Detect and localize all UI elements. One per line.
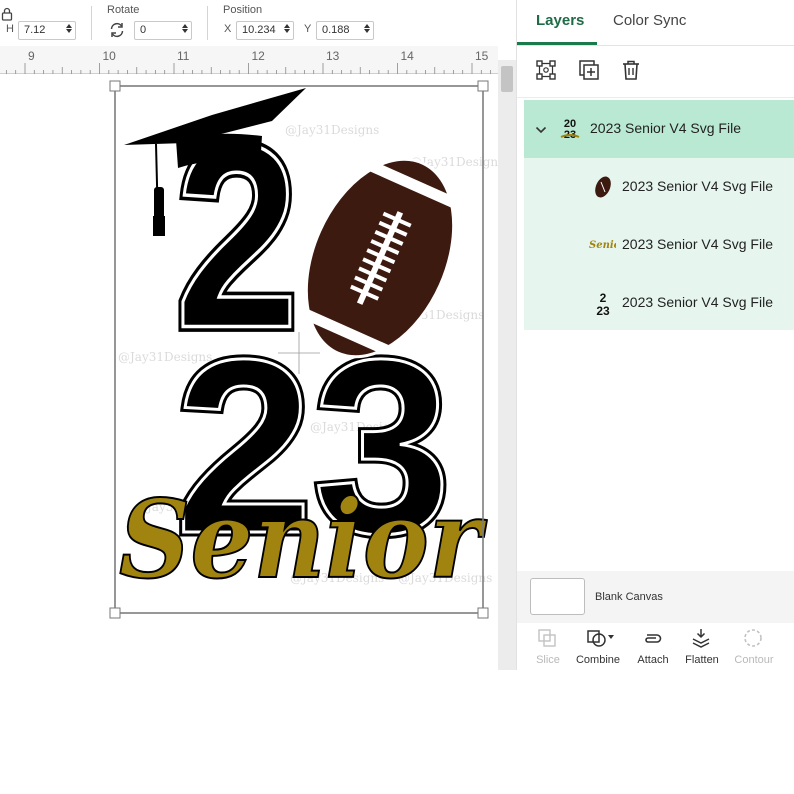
rotate-field[interactable]: 0: [134, 21, 192, 40]
resize-handle[interactable]: [109, 607, 121, 619]
ruler-label: 15: [475, 49, 489, 63]
horizontal-ruler: 9 10 11 12 13 14 15: [0, 46, 498, 74]
toolbar-divider: [91, 6, 92, 40]
football-icon: [592, 174, 614, 205]
senior-script-outline: Senior: [119, 477, 487, 603]
x-position-field[interactable]: 10.234: [236, 21, 294, 40]
resize-handle[interactable]: [109, 80, 121, 92]
height-stepper[interactable]: [65, 23, 73, 38]
watermark-text: @Jay31Designs: [285, 123, 379, 137]
combine-label: Combine: [575, 654, 621, 666]
height-value: 7.12: [24, 24, 46, 36]
y-label: Y: [304, 23, 312, 35]
design-space-app: H 7.12 Rotate 0 Position X 10.234 Y 0.18…: [0, 0, 794, 794]
blank-canvas-swatch[interactable]: [530, 578, 585, 615]
x-label: X: [224, 23, 232, 35]
flatten-label: Flatten: [685, 654, 719, 666]
rotate-value: 0: [140, 24, 147, 36]
layer-group-header[interactable]: 20 23 2023 Senior V4 Svg File: [524, 100, 794, 158]
design-canvas[interactable]: @Jay31Designs @Jay31Designs @Jay31Design…: [0, 74, 498, 670]
ruler-label: 9: [28, 49, 35, 63]
flatten-icon: [692, 629, 710, 648]
ruler-label: 13: [326, 49, 340, 63]
svg-text:23: 23: [596, 304, 610, 317]
layer-name: 2023 Senior V4 Svg File: [622, 236, 773, 252]
flatten-button[interactable]: Flatten: [674, 625, 730, 670]
rotate-label: Rotate: [107, 4, 140, 16]
scrollbar-thumb[interactable]: [501, 66, 513, 92]
edit-toolbar: H 7.12 Rotate 0 Position X 10.234 Y 0.18…: [0, 0, 516, 46]
layer-group-name: 2023 Senior V4 Svg File: [590, 120, 741, 136]
slice-button[interactable]: Slice: [520, 625, 576, 670]
layers-panel: Layers Color Sync 20 23 2023 Senior V4 S…: [516, 0, 794, 670]
x-position-stepper[interactable]: [283, 23, 291, 38]
ruler-label: 10: [103, 49, 117, 63]
layer-name: 2023 Senior V4 Svg File: [622, 294, 773, 310]
duplicate-icon[interactable]: [577, 58, 605, 86]
layer-name: 2023 Senior V4 Svg File: [622, 178, 773, 194]
2023-numbers-icon: 2 23: [592, 289, 614, 322]
layer-group: 20 23 2023 Senior V4 Svg File 2023 Senio…: [524, 100, 794, 330]
position-label: Position: [223, 4, 263, 16]
contour-label: Contour: [734, 654, 774, 666]
layer-row[interactable]: 2 23 2023 Senior V4 Svg File: [524, 274, 794, 332]
attach-button[interactable]: Attach: [625, 625, 681, 670]
resize-handle[interactable]: [477, 607, 489, 619]
slice-icon: [538, 629, 556, 647]
senior-text-icon: Senior: [588, 236, 626, 257]
combine-button[interactable]: Combine: [570, 625, 626, 670]
design-artwork[interactable]: @Jay31Designs @Jay31Designs @Jay31Design…: [0, 74, 498, 670]
blank-canvas-label: Blank Canvas: [595, 591, 663, 603]
slice-label: Slice: [536, 654, 560, 666]
svg-text:Senior: Senior: [589, 240, 616, 251]
ruler-label: 12: [252, 49, 266, 63]
rotate-stepper[interactable]: [181, 23, 189, 38]
height-field[interactable]: 7.12: [18, 21, 76, 40]
tab-layers[interactable]: Layers: [536, 12, 584, 29]
y-position-field[interactable]: 0.188: [316, 21, 374, 40]
ruler-label: 11: [177, 49, 190, 63]
layer-row[interactable]: 2023 Senior V4 Svg File: [524, 158, 794, 216]
toolbar-divider: [207, 6, 208, 40]
contour-icon: [744, 629, 762, 647]
height-label: H: [6, 23, 14, 35]
svg-text:2: 2: [600, 291, 607, 305]
tab-divider: [517, 45, 794, 46]
attach-icon: [645, 634, 662, 643]
ruler-ticks: 9 10 11 12 13 14 15: [5, 49, 492, 74]
rotate-icon[interactable]: [108, 21, 126, 44]
attach-label: Attach: [637, 654, 669, 666]
group-icon[interactable]: [534, 58, 562, 86]
x-position-value: 10.234: [242, 24, 276, 36]
resize-handle[interactable]: [477, 80, 489, 92]
layer-row[interactable]: Senior 2023 Senior V4 Svg File: [524, 216, 794, 274]
blank-canvas-row[interactable]: Blank Canvas: [517, 571, 794, 623]
tab-color-sync[interactable]: Color Sync: [613, 12, 686, 29]
y-position-stepper[interactable]: [363, 23, 371, 38]
canvas-vertical-scrollbar[interactable]: [498, 60, 516, 670]
ruler-label: 14: [401, 49, 415, 63]
group-thumbnail-icon: 20 23: [559, 115, 581, 146]
chevron-down-icon[interactable]: [535, 122, 547, 140]
delete-icon[interactable]: [619, 58, 647, 86]
contour-button[interactable]: Contour: [726, 625, 782, 670]
combine-icon: [587, 630, 614, 647]
panel-divider: [517, 97, 794, 98]
y-position-value: 0.188: [322, 24, 350, 36]
